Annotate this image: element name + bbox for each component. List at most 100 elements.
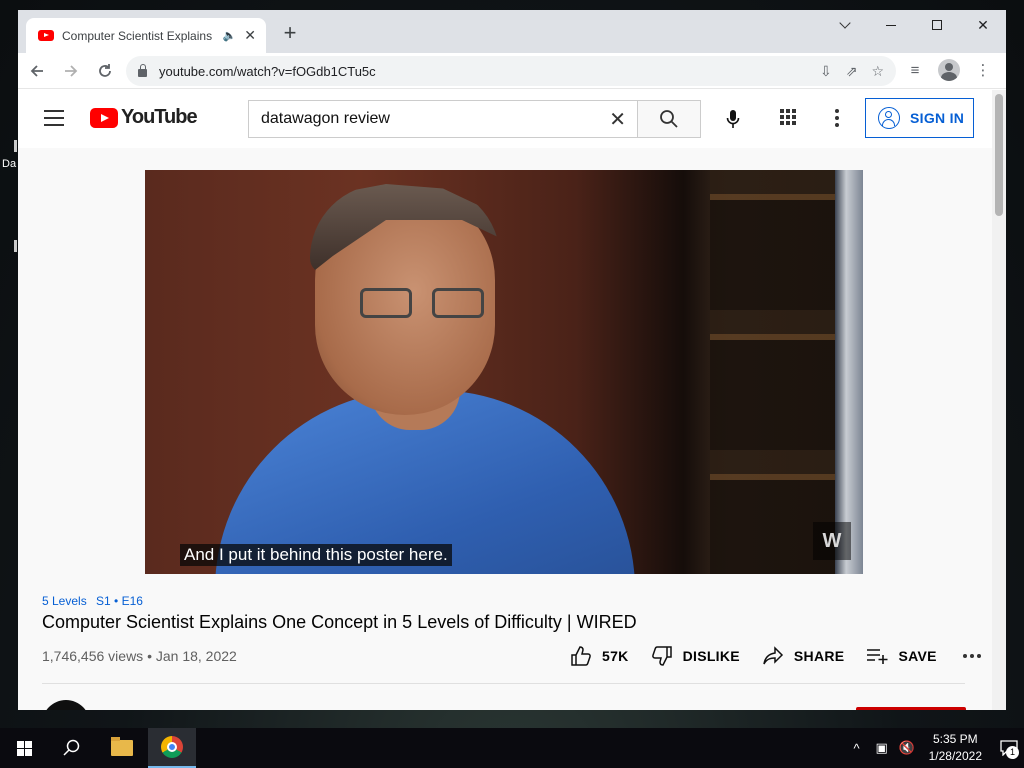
wired-watermark-icon: W [813,522,851,560]
video-actions: 57K DISLIKE SHARE SAVE [570,646,981,666]
youtube-header: YouTube datawagon review ✕ SIGN IN [18,90,992,148]
youtube-page: YouTube datawagon review ✕ SIGN IN And I… [18,90,992,710]
file-explorer-button[interactable] [98,728,146,768]
video-frame-poster-edge [835,170,863,574]
window-controls: ✕ [822,10,1006,40]
playlist-add-icon [867,649,888,664]
start-button[interactable] [0,728,48,768]
settings-more-icon[interactable] [835,109,839,127]
voice-search-button[interactable] [718,104,748,134]
tab-strip: Computer Scientist Explains 🔈 ✕ + ✕ [18,10,1006,53]
divider [42,683,965,684]
maximize-icon [932,20,942,30]
youtube-logo-text: YouTube [121,106,198,128]
system-tray: ^ ▣ 🔇 5:35 PM 1/28/2022 1 [846,728,1024,768]
microphone-icon [726,110,740,128]
share-label: SHARE [793,648,845,664]
new-tab-button[interactable]: + [276,20,304,48]
action-center-button[interactable]: 1 [994,728,1024,768]
arrow-right-icon [65,64,78,77]
omnibox-actions: ⇩ ⇗ ☆ [820,63,884,80]
video-player[interactable]: And I put it behind this poster here. W [145,170,863,574]
url-text[interactable]: youtube.com/watch?v=fOGdb1CTu5c [159,64,820,79]
video-caption: And I put it behind this poster here. [180,544,452,566]
desktop-icon-label[interactable]: Da [2,158,16,170]
browser-right-tools: ≡ ⋮ [902,57,996,83]
taskbar-search-button[interactable] [48,728,96,768]
desktop-icon-fragment[interactable] [14,240,17,252]
search-icon [63,739,80,756]
search-query[interactable]: datawagon review [261,110,609,128]
lock-icon[interactable] [138,64,147,77]
network-icon[interactable]: ▣ [871,740,893,756]
sign-in-button[interactable]: SIGN IN [865,98,974,138]
thumbs-up-icon [571,646,591,666]
clock[interactable]: 5:35 PM 1/28/2022 [929,731,982,765]
episode-label[interactable]: S1 • E16 [96,594,143,608]
minimize-icon [886,24,896,26]
series-link[interactable]: 5 Levels [42,594,87,608]
tab-search-button[interactable] [822,10,868,40]
browser-menu-icon[interactable]: ⋮ [970,57,996,83]
chevron-up-icon[interactable]: ^ [846,741,868,756]
browser-toolbar: youtube.com/watch?v=fOGdb1CTu5c ⇩ ⇗ ☆ ≡ … [18,53,1006,89]
install-icon[interactable]: ⇩ [820,63,832,80]
reload-button[interactable] [90,56,120,86]
folder-icon [111,737,133,756]
channel-avatar[interactable] [42,700,90,710]
chrome-icon [161,736,183,758]
maximize-button[interactable] [914,10,960,40]
browser-tab-active[interactable]: Computer Scientist Explains 🔈 ✕ [26,18,266,53]
dislike-button[interactable]: DISLIKE [651,646,740,666]
save-button[interactable]: SAVE [866,646,936,666]
youtube-logo[interactable]: YouTube [90,106,198,129]
chevron-down-icon [839,17,851,29]
dislike-label: DISLIKE [682,648,740,664]
reload-icon [99,63,111,77]
video-title: Computer Scientist Explains One Concept … [42,612,637,632]
clock-time: 5:35 PM [932,732,978,746]
search-button[interactable] [637,100,701,138]
youtube-play-icon [90,107,118,128]
forward-button[interactable] [56,56,86,86]
profile-avatar-icon[interactable] [938,59,960,81]
video-frame-bookshelf [710,170,855,574]
address-bar[interactable]: youtube.com/watch?v=fOGdb1CTu5c ⇩ ⇗ ☆ [126,56,896,86]
close-window-button[interactable]: ✕ [960,10,1006,40]
volume-muted-icon[interactable]: 🔇 [896,740,918,756]
save-label: SAVE [898,648,937,664]
sign-in-label: SIGN IN [910,110,965,126]
like-button[interactable]: 57K [570,646,629,666]
back-button[interactable] [22,56,52,86]
hamburger-menu-icon[interactable] [44,110,64,126]
account-icon [878,107,900,129]
notification-count-badge: 1 [1006,746,1019,759]
apps-grid-icon[interactable] [780,109,796,125]
bookmark-star-icon[interactable]: ☆ [871,63,884,80]
minimize-button[interactable] [868,10,914,40]
thumbs-down-icon [651,646,672,666]
chrome-taskbar-button[interactable] [148,728,196,768]
scrollbar-thumb[interactable] [995,94,1003,216]
close-tab-icon[interactable]: ✕ [244,27,256,44]
subscribe-button[interactable] [856,707,966,710]
page-scrollbar[interactable] [992,90,1006,710]
desktop-icon-fragment[interactable] [14,140,17,152]
browser-window: Computer Scientist Explains 🔈 ✕ + ✕ yout… [18,10,1006,710]
close-icon: ✕ [977,16,989,33]
more-actions-icon[interactable] [962,654,981,658]
clock-date: 1/28/2022 [928,749,982,763]
video-frame-glasses [360,288,510,320]
arrow-left-icon [30,64,43,77]
windows-logo-icon [16,740,32,756]
share-button[interactable]: SHARE [762,646,845,666]
taskbar: ^ ▣ 🔇 5:35 PM 1/28/2022 1 [0,728,1024,768]
speaker-icon[interactable]: 🔈 [223,29,237,42]
tab-title: Computer Scientist Explains [62,28,213,43]
clear-search-icon[interactable]: ✕ [609,107,626,132]
media-control-icon[interactable]: ≡ [902,57,928,83]
youtube-favicon-icon [38,30,54,41]
search-input[interactable]: datawagon review ✕ [248,100,638,138]
share-icon[interactable]: ⇗ [846,63,858,80]
search-icon [660,110,678,128]
